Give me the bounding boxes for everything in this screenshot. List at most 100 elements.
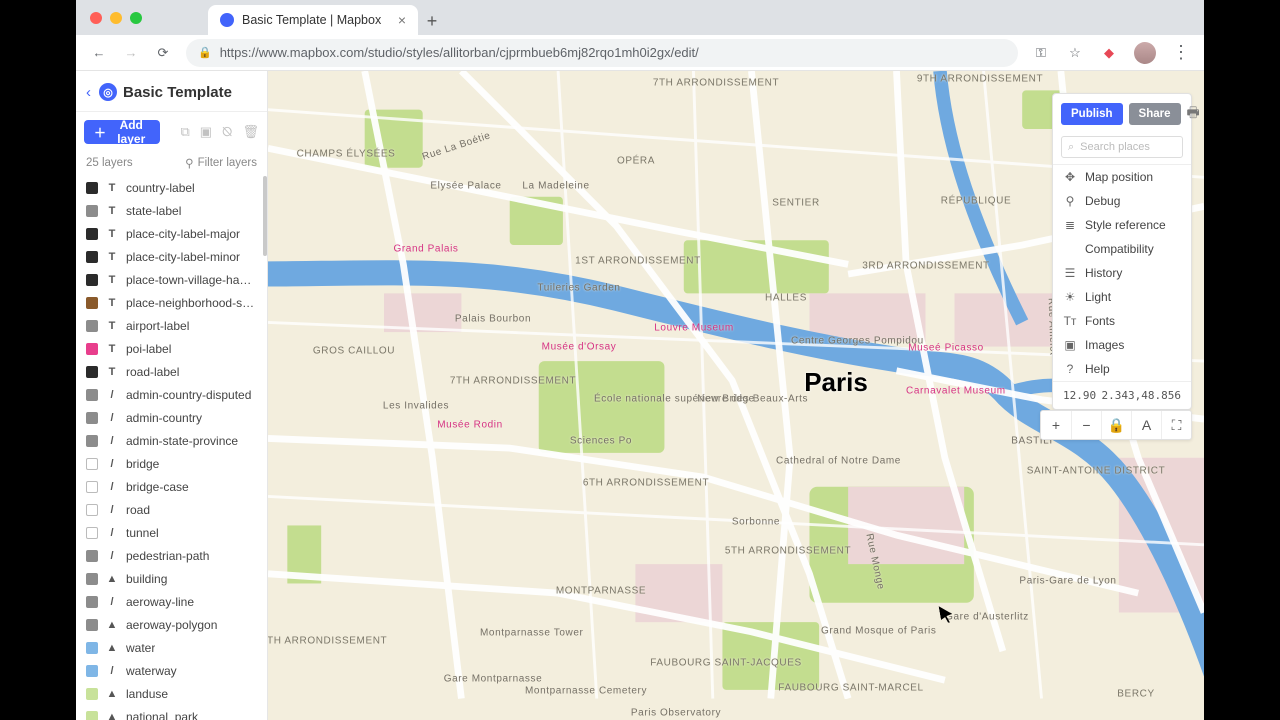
tools-item[interactable]: ≣Style reference [1053,213,1191,237]
key-icon[interactable]: ⚿ [1032,44,1050,62]
filter-layers-button[interactable]: ⚲ Filter layers [185,156,257,170]
back-chevron-icon[interactable]: ‹ [84,84,93,101]
print-icon[interactable]: 🖶 [1187,102,1200,126]
layer-item[interactable]: / bridge [76,452,267,475]
layer-item[interactable]: T place-city-label-major [76,222,267,245]
duplicate-icon[interactable]: ⧉ [180,124,189,140]
layer-name: road [126,503,150,517]
map-label: CHAMPS ÉLYSÉES [297,148,396,160]
layer-item[interactable]: ▲ national_park [76,705,267,720]
tools-item[interactable]: ☀Light [1053,285,1191,309]
search-places-input[interactable]: ⌕ Search places [1061,136,1183,158]
tools-item[interactable]: ✥Map position [1053,165,1191,189]
layer-name: national_park [126,710,198,720]
layer-name: place-city-label-major [126,227,240,241]
layer-item[interactable]: / admin-country-disputed [76,383,267,406]
scrollbar-thumb[interactable] [263,176,267,256]
reset-bearing-button[interactable]: A [1131,411,1161,439]
lock-icon: 🔒 [198,46,212,59]
layer-item[interactable]: T place-neighborhood-suburb-... [76,291,267,314]
layer-name: aeroway-line [126,595,194,609]
zoom-out-button[interactable]: − [1071,411,1101,439]
back-button[interactable]: ← [90,44,108,62]
map-canvas[interactable]: CHAMPS ÉLYSÉESOPÉRASENTIERRÉPUBLIQUE1ST … [268,71,1204,720]
publish-button[interactable]: Publish [1061,103,1123,125]
layer-item[interactable]: / tunnel [76,521,267,544]
profile-avatar[interactable] [1134,42,1156,64]
layer-item[interactable]: T place-city-label-minor [76,245,267,268]
layer-type-icon: T [106,297,118,309]
map-label: 7TH ARRONDISSEMENT [450,375,576,387]
close-window-icon[interactable] [90,12,102,24]
close-tab-icon[interactable]: × [398,12,406,28]
map-label: MONTPARNASSE [556,585,646,597]
layer-item[interactable]: / aeroway-line [76,590,267,613]
extension-icon[interactable]: ◆ [1100,44,1118,62]
tools-item[interactable]: ☰History [1053,261,1191,285]
delete-icon[interactable]: 🗑 [242,124,259,140]
map-label: BERCY [1117,688,1154,700]
layer-name: tunnel [126,526,159,540]
map-label: 5TH ARRONDISSEMENT [725,545,851,557]
layer-swatch [86,435,98,447]
share-button[interactable]: Share [1129,103,1181,125]
window-controls[interactable] [86,0,148,35]
layer-name: state-label [126,204,181,218]
hide-icon[interactable]: ⦰ [222,124,232,140]
layer-item[interactable]: T place-town-village-hamlet-la... [76,268,267,291]
new-tab-button[interactable]: + [418,7,446,35]
layer-item[interactable]: / admin-state-province [76,429,267,452]
map-label: La Madeleine [522,180,589,192]
layer-item[interactable]: / road [76,498,267,521]
layer-swatch [86,251,98,263]
tools-item[interactable]: ⚲Debug [1053,189,1191,213]
layer-item[interactable]: / bridge-case [76,475,267,498]
layer-swatch [86,458,98,470]
lock-button[interactable]: 🔒 [1101,411,1131,439]
map-label: Musée d'Orsay [542,341,617,353]
map-label: École nationale supérieure des Beaux-Art… [594,393,714,405]
forward-button[interactable]: → [122,44,140,62]
layer-type-icon: ▲ [106,642,118,654]
plus-icon: ＋ [94,124,106,141]
style-title: Basic Template [123,84,232,101]
layer-item[interactable]: T road-label [76,360,267,383]
layer-item[interactable]: ▲ water [76,636,267,659]
fullscreen-button[interactable]: ⛶ [1161,411,1191,439]
reload-button[interactable]: ⟳ [154,44,172,62]
layer-item[interactable]: T airport-label [76,314,267,337]
zoom-in-button[interactable]: + [1041,411,1071,439]
star-icon[interactable]: ☆ [1066,44,1084,62]
map-label: Grand Palais [393,243,458,255]
layer-item[interactable]: ▲ aeroway-polygon [76,613,267,636]
maximize-window-icon[interactable] [130,12,142,24]
map-label: 1ST ARRONDISSEMENT [575,255,701,267]
map-label: Museé Picasso [908,342,984,354]
tools-item[interactable]: ▣Images [1053,333,1191,357]
layer-item[interactable]: ▲ landuse [76,682,267,705]
add-layer-button[interactable]: ＋ Add layer [84,120,160,144]
layer-item[interactable]: ▲ building [76,567,267,590]
minimize-window-icon[interactable] [110,12,122,24]
layer-item[interactable]: T state-label [76,199,267,222]
layer-item[interactable]: T poi-label [76,337,267,360]
layer-swatch [86,182,98,194]
tools-item[interactable]: ?Help [1053,357,1191,381]
layer-item[interactable]: / pedestrian-path [76,544,267,567]
layer-type-icon: ▲ [106,688,118,700]
layer-name: bridge [126,457,159,471]
folder-icon[interactable]: ▣ [200,124,212,140]
layer-name: poi-label [126,342,171,356]
layer-swatch [86,619,98,631]
layer-item[interactable]: / waterway [76,659,267,682]
layer-item[interactable]: T country-label [76,176,267,199]
browser-tab[interactable]: Basic Template | Mapbox × [208,5,418,35]
tools-item[interactable]: Compatibility [1053,237,1191,261]
menu-icon[interactable]: ⋮ [1172,42,1190,63]
map-label: Palais Bourbon [455,313,531,325]
layer-item[interactable]: / admin-country [76,406,267,429]
coords: 2.343,48.856 [1102,389,1181,402]
tools-item[interactable]: TтFonts [1053,309,1191,333]
layer-type-icon: T [106,320,118,332]
address-bar[interactable]: 🔒 https://www.mapbox.com/studio/styles/a… [186,39,1018,67]
